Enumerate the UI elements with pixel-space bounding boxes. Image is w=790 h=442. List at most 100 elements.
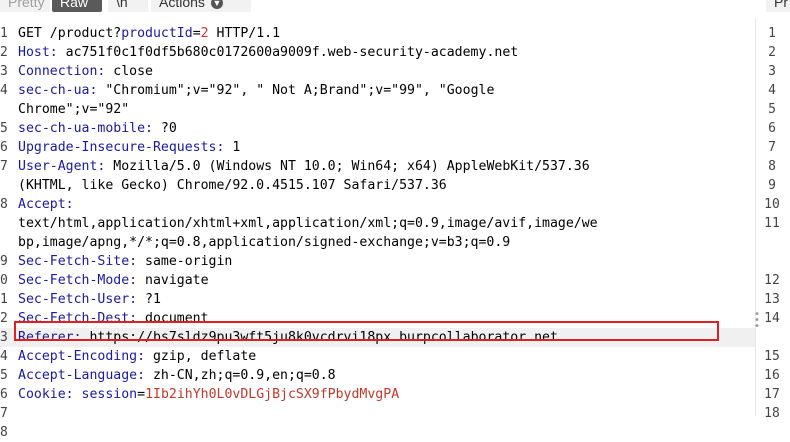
text-segment: (KHTML, like Gecko) Chrome/92.0.4515.107… <box>18 178 447 193</box>
response-line-number: 17 <box>764 387 780 402</box>
param-value: 1Ib2ihYh0L0vDLGjBjcSX9fPbydMvgPA <box>145 387 400 402</box>
header-name: Sec-Fetch-Site: <box>18 254 138 269</box>
line-text: Sec-Fetch-User: ?1 <box>18 290 161 309</box>
line-text: text/html,application/xhtml+xml,applicat… <box>18 214 598 233</box>
line-number: 2 <box>0 311 8 326</box>
request-line: 6 Cookie: session=1Ib2ihYh0L0vDLGjBjcSX9f… <box>0 385 755 404</box>
actions-menu-button[interactable]: Actions ▼ <box>151 0 251 12</box>
text-segment: GET /product? <box>18 26 122 41</box>
param-name: session <box>73 387 138 402</box>
actions-label: Actions <box>159 0 205 10</box>
line-text: Host: ac751f0c1f0df5b680c0172600a9009f.w… <box>18 43 518 62</box>
line-number: 0 <box>0 273 8 288</box>
header-name: Accept-Language: <box>18 368 146 383</box>
line-text: User-Agent: Mozilla/5.0 (Windows NT 10.0… <box>18 157 590 176</box>
request-line: 6 Upgrade-Insecure-Requests: 1 <box>0 138 755 157</box>
newline-toggle-button[interactable]: \n <box>108 0 148 12</box>
line-text: sec-ch-ua-mobile: ?0 <box>18 119 177 138</box>
line-number: 6 <box>0 387 8 402</box>
line-text: GET /product?productId=2 HTTP/1.1 <box>18 24 280 43</box>
text-segment: text/html,application/xhtml+xml,applicat… <box>18 216 598 231</box>
request-line: 1 Sec-Fetch-User: ?1 <box>0 290 755 309</box>
response-line-number: 13 <box>764 292 780 307</box>
header-name: Accept: <box>18 197 74 212</box>
response-line-number: 12 <box>764 273 780 288</box>
text-segment: ?1 <box>137 292 161 307</box>
line-number: 6 <box>0 140 8 155</box>
response-line-number: 6 <box>768 121 776 136</box>
line-number: 3 <box>0 330 8 345</box>
response-line-number: 4 <box>768 83 776 98</box>
editor-toolbar: Pretty Raw \n Actions ▼ Pr <box>0 0 790 15</box>
text-segment: zh-CN,zh;q=0.9,en;q=0.8 <box>145 368 336 383</box>
line-number: 2 <box>0 45 8 60</box>
request-line: 5 Accept-Language: zh-CN,zh;q=0.9,en;q=0.… <box>0 366 755 385</box>
response-line-number: 14 <box>764 311 780 326</box>
request-line: 7 User-Agent: Mozilla/5.0 (Windows NT 10.… <box>0 157 755 176</box>
request-line: (KHTML, like Gecko) Chrome/92.0.4515.107… <box>0 176 755 195</box>
line-text: bp,image/apng,*/*;q=0.8,application/sign… <box>18 233 510 252</box>
line-number: 4 <box>0 83 8 98</box>
request-line: 1 GET /product?productId=2 HTTP/1.1 <box>0 24 755 43</box>
response-line-number: 18 <box>764 406 780 421</box>
request-line: 3 Connection: close <box>0 62 755 81</box>
param-name: productId <box>121 26 193 41</box>
response-line-numbers: 1 2 3 4 5 6 7 8 9 10 11 12 13 14 15 16 17 18 <box>758 24 790 421</box>
response-line-number: 8 <box>768 159 776 174</box>
tab-pretty-response[interactable]: Pr <box>766 0 790 12</box>
line-number: 3 <box>0 64 8 79</box>
response-line-number: 1 <box>768 26 776 41</box>
header-name: Upgrade-Insecure-Requests: <box>18 140 225 155</box>
line-number: 5 <box>0 368 8 383</box>
response-line-number: 15 <box>764 349 780 364</box>
header-name: sec-ch-ua: <box>18 83 98 98</box>
line-number: 8 <box>0 197 8 212</box>
response-line-number: 2 <box>768 45 776 60</box>
line-text: Accept-Encoding: gzip, deflate <box>18 347 256 366</box>
line-text: Cookie: session=1Ib2ihYh0L0vDLGjBjcSX9fP… <box>18 385 399 404</box>
pane-divider[interactable] <box>755 18 756 416</box>
header-name: User-Agent: <box>18 159 106 174</box>
tab-raw[interactable]: Raw <box>52 0 102 12</box>
line-text: Accept-Language: zh-CN,zh;q=0.9,en;q=0.8 <box>18 366 336 385</box>
line-text: Connection: close <box>18 62 153 81</box>
response-line-number: 10 <box>764 197 780 212</box>
header-name: Sec-Fetch-Mode: <box>18 273 138 288</box>
request-line: text/html,application/xhtml+xml,applicat… <box>0 214 755 233</box>
request-line: 4 sec-ch-ua: "Chromium";v="92", " Not A;B… <box>0 81 755 100</box>
request-editor[interactable]: 1 GET /product?productId=2 HTTP/1.1 2 Host:… <box>0 24 755 440</box>
response-line-number: 16 <box>764 368 780 383</box>
request-line: 0 Sec-Fetch-Mode: navigate <box>0 271 755 290</box>
request-line: 7 <box>0 404 755 423</box>
line-text: sec-ch-ua: "Chromium";v="92", " Not A;Br… <box>18 81 494 100</box>
line-text: Chrome";v="92" <box>18 100 129 119</box>
line-number: 1 <box>0 292 8 307</box>
line-number: 1 <box>0 26 8 41</box>
text-segment: Chrome";v="92" <box>18 102 130 117</box>
header-name: Connection: <box>18 64 106 79</box>
text-segment: bp,image/apng,*/*;q=0.8,application/sign… <box>18 235 511 250</box>
header-name: Sec-Fetch-User: <box>18 292 138 307</box>
text-segment: ?0 <box>152 121 177 136</box>
text-segment: same-origin <box>137 254 233 269</box>
line-number: 5 <box>0 121 8 136</box>
text-segment: close <box>105 64 153 79</box>
text-segment: ac751f0c1f0df5b680c0172600a9009f.web-sec… <box>57 45 519 60</box>
line-text: Upgrade-Insecure-Requests: 1 <box>18 138 240 157</box>
request-line: 2 Host: ac751f0c1f0df5b680c0172600a9009f.… <box>0 43 755 62</box>
param-value: 2 <box>200 26 209 41</box>
request-line: 5 sec-ch-ua-mobile: ?0 <box>0 119 755 138</box>
response-line-number: 9 <box>768 178 776 193</box>
line-number: 4 <box>0 349 8 364</box>
text-segment: HTTP/1.1 <box>208 26 281 41</box>
response-line-number: 5 <box>768 102 776 117</box>
header-name: Accept-Encoding: <box>18 349 146 364</box>
chevron-down-icon: ▼ <box>210 0 223 10</box>
line-text: Sec-Fetch-Mode: navigate <box>18 271 209 290</box>
tab-pretty[interactable]: Pretty <box>0 0 50 12</box>
request-line: 9 Sec-Fetch-Site: same-origin <box>0 252 755 271</box>
line-text: (KHTML, like Gecko) Chrome/92.0.4515.107… <box>18 176 447 195</box>
header-name: sec-ch-ua-mobile: <box>18 121 153 136</box>
text-segment: 1 <box>224 140 241 155</box>
referer-highlight-box <box>14 321 719 341</box>
